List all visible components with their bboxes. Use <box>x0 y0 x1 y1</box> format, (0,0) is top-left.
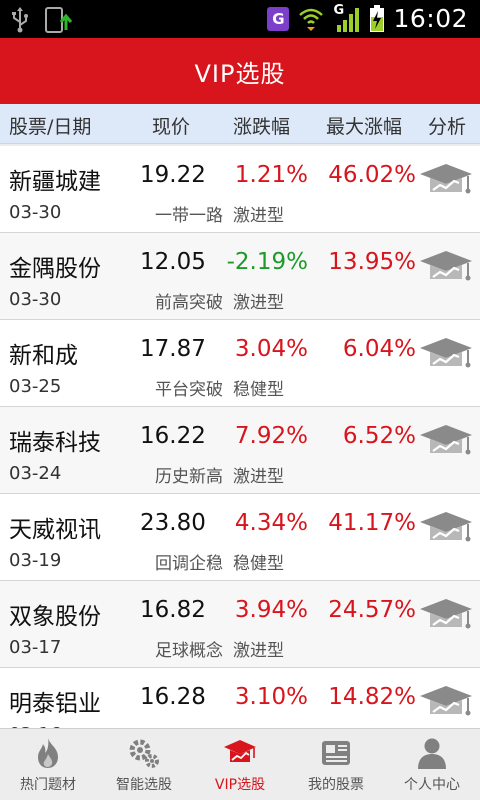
signal-icon: G <box>333 3 361 33</box>
stock-tags: 历史新高 激进型 <box>155 462 284 487</box>
strategy-tag: 历史新高 <box>155 467 223 487</box>
bottom-tab-bar: 热门题材 智能选股 VIP选股 我的股票 个人中心 <box>0 728 480 800</box>
tab-my-stocks[interactable]: 我的股票 <box>288 729 384 800</box>
stock-row[interactable]: 金隅股份 03-30 12.05 -2.19% 13.95% 前高突破 激进型 <box>0 233 480 320</box>
wifi-icon <box>299 8 324 31</box>
risk-tag: 激进型 <box>233 206 284 226</box>
strategy-tag: 平台突破 <box>155 380 223 400</box>
column-price[interactable]: 现价 <box>152 112 190 139</box>
stock-row[interactable]: 新疆城建 03-30 19.22 1.21% 46.02% 一带一路 激进型 <box>0 146 480 233</box>
analysis-cap-icon[interactable] <box>418 162 474 202</box>
title-bar: VIP选股 <box>0 38 480 104</box>
stock-price: 17.87 <box>140 336 206 362</box>
tab-smart-selection[interactable]: 智能选股 <box>96 729 192 800</box>
usb-icon <box>12 7 28 33</box>
stock-date: 03-30 <box>9 289 62 310</box>
risk-tag: 激进型 <box>233 467 284 487</box>
stock-name: 双象股份 <box>9 604 101 630</box>
column-max-change[interactable]: 最大涨幅 <box>326 112 402 139</box>
stock-price: 16.28 <box>140 684 206 710</box>
stock-date: 03-17 <box>9 637 62 658</box>
stock-max-change: 46.02% <box>328 162 416 188</box>
stock-row[interactable]: 双象股份 03-17 16.82 3.94% 24.57% 足球概念 激进型 <box>0 581 480 668</box>
person-icon <box>418 738 446 769</box>
stock-list[interactable]: 新疆城建 03-30 19.22 1.21% 46.02% 一带一路 激进型 金隅… <box>0 146 480 728</box>
device-upload-icon <box>45 7 73 33</box>
stock-max-change: 6.04% <box>342 336 416 362</box>
stock-tags: 足球概念 激进型 <box>155 636 284 661</box>
strategy-tag: 一带一路 <box>155 206 223 226</box>
tab-hot-topics[interactable]: 热门题材 <box>0 729 96 800</box>
stock-max-change: 6.52% <box>342 423 416 449</box>
stock-row[interactable]: 天威视讯 03-19 23.80 4.34% 41.17% 回调企稳 稳健型 <box>0 494 480 581</box>
stock-price: 16.82 <box>140 597 206 623</box>
stock-tags: 前高突破 激进型 <box>155 288 284 313</box>
tab-vip-selection[interactable]: VIP选股 <box>192 729 288 800</box>
gears-icon <box>129 739 159 768</box>
stock-name: 金隅股份 <box>9 256 101 282</box>
stock-change: 7.92% <box>234 423 308 449</box>
analysis-cap-icon[interactable] <box>418 684 474 724</box>
battery-charging-icon <box>370 4 385 32</box>
flame-icon <box>38 738 58 768</box>
stock-change: 3.10% <box>234 684 308 710</box>
stock-tags: 平台突破 稳健型 <box>155 375 284 400</box>
stock-price: 23.80 <box>140 510 206 536</box>
analysis-cap-icon[interactable] <box>418 423 474 463</box>
tab-label: 智能选股 <box>116 777 172 793</box>
column-header: 股票/日期 现价 涨跌幅 最大涨幅 分析 <box>0 104 480 144</box>
graduation-cap-icon <box>224 740 256 762</box>
column-change[interactable]: 涨跌幅 <box>233 112 290 139</box>
stock-date: 03-19 <box>9 550 62 571</box>
analysis-cap-icon[interactable] <box>418 336 474 376</box>
stock-max-change: 13.95% <box>328 249 416 275</box>
tab-personal-center[interactable]: 个人中心 <box>384 729 480 800</box>
analysis-cap-icon[interactable] <box>418 597 474 637</box>
stock-name: 瑞泰科技 <box>9 430 101 456</box>
risk-tag: 激进型 <box>233 641 284 661</box>
status-bar: G G 16:02 <box>0 0 480 38</box>
stock-row[interactable]: 明泰铝业 03-16 16.28 3.10% 14.82% 平台突破激进型 <box>0 668 480 728</box>
stock-name: 新和成 <box>9 343 78 369</box>
stock-row[interactable]: 瑞泰科技 03-24 16.22 7.92% 6.52% 历史新高 激进型 <box>0 407 480 494</box>
analysis-cap-icon[interactable] <box>418 249 474 289</box>
stock-change: 4.34% <box>234 510 308 536</box>
stock-max-change: 41.17% <box>328 510 416 536</box>
stock-name: 明泰铝业 <box>9 691 101 717</box>
stock-change: 3.04% <box>234 336 308 362</box>
stock-tags: 回调企稳 稳健型 <box>155 549 284 574</box>
risk-tag: 稳健型 <box>233 554 284 574</box>
stock-tags: 一带一路 激进型 <box>155 201 284 226</box>
stock-price: 12.05 <box>140 249 206 275</box>
newspaper-icon <box>322 741 350 765</box>
clock: 16:02 <box>393 4 468 33</box>
column-analysis: 分析 <box>428 116 467 138</box>
stock-row[interactable]: 新和成 03-25 17.87 3.04% 6.04% 平台突破 稳健型 <box>0 320 480 407</box>
tab-label: 个人中心 <box>404 777 460 793</box>
stock-change: -2.19% <box>226 249 308 275</box>
stock-name: 天威视讯 <box>9 517 101 543</box>
stock-name: 新疆城建 <box>9 169 101 195</box>
risk-tag: 激进型 <box>233 293 284 313</box>
tab-label: VIP选股 <box>214 777 266 793</box>
risk-tag: 稳健型 <box>233 380 284 400</box>
page-title: VIP选股 <box>194 59 286 88</box>
column-stock-date[interactable]: 股票/日期 <box>9 112 91 139</box>
tab-label: 热门题材 <box>20 777 76 793</box>
stock-date: 03-25 <box>9 376 62 397</box>
stock-change: 1.21% <box>234 162 308 188</box>
stock-max-change: 14.82% <box>328 684 416 710</box>
app-notification-icon: G <box>267 6 290 31</box>
tab-label: 我的股票 <box>308 777 364 793</box>
strategy-tag: 回调企稳 <box>155 554 223 574</box>
stock-date: 03-30 <box>9 202 62 223</box>
strategy-tag: 前高突破 <box>155 293 223 313</box>
stock-change: 3.94% <box>234 597 308 623</box>
analysis-cap-icon[interactable] <box>418 510 474 550</box>
stock-date: 03-24 <box>9 463 62 484</box>
stock-price: 19.22 <box>140 162 206 188</box>
strategy-tag: 足球概念 <box>155 641 223 661</box>
stock-price: 16.22 <box>140 423 206 449</box>
stock-max-change: 24.57% <box>328 597 416 623</box>
